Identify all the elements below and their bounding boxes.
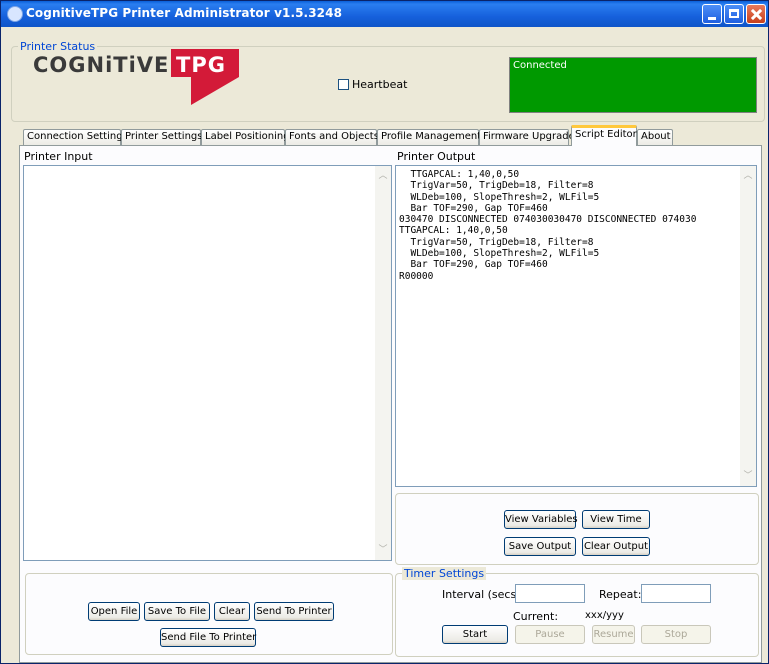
repeat-label: Repeat:: [599, 588, 642, 601]
connection-status-text: Connected: [513, 60, 567, 71]
current-value: xxx/yyy: [585, 610, 624, 621]
resume-button[interactable]: Resume: [592, 625, 635, 644]
connection-status-panel: Connected: [509, 57, 757, 113]
view-time-button[interactable]: View Time: [582, 510, 650, 529]
view-variables-button[interactable]: View Variables: [504, 510, 578, 529]
tab-label-positioning[interactable]: Label Positioning: [201, 129, 290, 145]
printer-output-textarea[interactable]: TTGAPCAL: 1,40,0,50 TrigVar=50, TrigDeb=…: [395, 165, 757, 487]
pause-button[interactable]: Pause: [515, 625, 585, 644]
printer-input-textarea[interactable]: ︿ ﹀: [23, 165, 392, 561]
interval-label: Interval (secs):: [442, 588, 525, 601]
app-window: CognitiveTPG Printer Administrator v1.5.…: [0, 0, 769, 664]
timer-settings-label: Timer Settings: [402, 567, 487, 580]
heartbeat-label: Heartbeat: [352, 78, 408, 91]
printer-output-scrollbar[interactable]: ︿ ﹀: [740, 166, 756, 486]
scroll-down-icon[interactable]: ﹀: [376, 543, 390, 557]
cognitivetpg-logo: COGNiTiVE TPG: [33, 47, 253, 107]
tab-profile-management[interactable]: Profile Management: [377, 129, 481, 145]
tab-about[interactable]: About: [637, 129, 673, 145]
interval-input[interactable]: [515, 584, 585, 603]
stop-button[interactable]: Stop: [641, 625, 711, 644]
scroll-down-icon[interactable]: ﹀: [741, 469, 755, 483]
tab-fonts-and-objects[interactable]: Fonts and Objects: [285, 129, 379, 145]
heartbeat-checkbox[interactable]: [338, 79, 349, 90]
output-buttons-group: [395, 493, 759, 565]
start-button[interactable]: Start: [442, 625, 508, 644]
scroll-up-icon[interactable]: ︿: [741, 169, 755, 183]
app-icon: [7, 6, 23, 22]
repeat-input[interactable]: [641, 584, 711, 603]
window-title: CognitiveTPG Printer Administrator v1.5.…: [26, 6, 343, 20]
send-to-printer-button[interactable]: Send To Printer: [254, 602, 334, 621]
tab-firmware-upgrade[interactable]: Firmware Upgrade: [479, 129, 575, 145]
printer-output-text: TTGAPCAL: 1,40,0,50 TrigVar=50, TrigDeb=…: [399, 169, 697, 282]
save-output-button[interactable]: Save Output: [504, 537, 576, 556]
tab-printer-settings[interactable]: Printer Settings: [121, 129, 202, 145]
tab-script-editor[interactable]: Script Editor: [571, 125, 637, 146]
clear-button[interactable]: Clear: [214, 602, 250, 621]
clear-output-button[interactable]: Clear Output: [582, 537, 650, 556]
current-label: Current:: [513, 610, 559, 623]
maximize-button[interactable]: [724, 4, 744, 24]
save-to-file-button[interactable]: Save To File: [144, 602, 210, 621]
title-bar[interactable]: CognitiveTPG Printer Administrator v1.5.…: [1, 1, 768, 27]
printer-output-label: Printer Output: [397, 150, 476, 163]
open-file-button[interactable]: Open File: [88, 602, 140, 621]
scroll-up-icon[interactable]: ︿: [376, 169, 390, 183]
minimize-button[interactable]: [702, 4, 722, 24]
send-file-to-printer-button[interactable]: Send File To Printer: [160, 628, 256, 647]
printer-input-scrollbar[interactable]: ︿ ﹀: [375, 166, 391, 560]
printer-input-label: Printer Input: [24, 150, 93, 163]
close-button[interactable]: [746, 4, 766, 24]
tab-connection-settings[interactable]: Connection Settings: [23, 129, 128, 145]
